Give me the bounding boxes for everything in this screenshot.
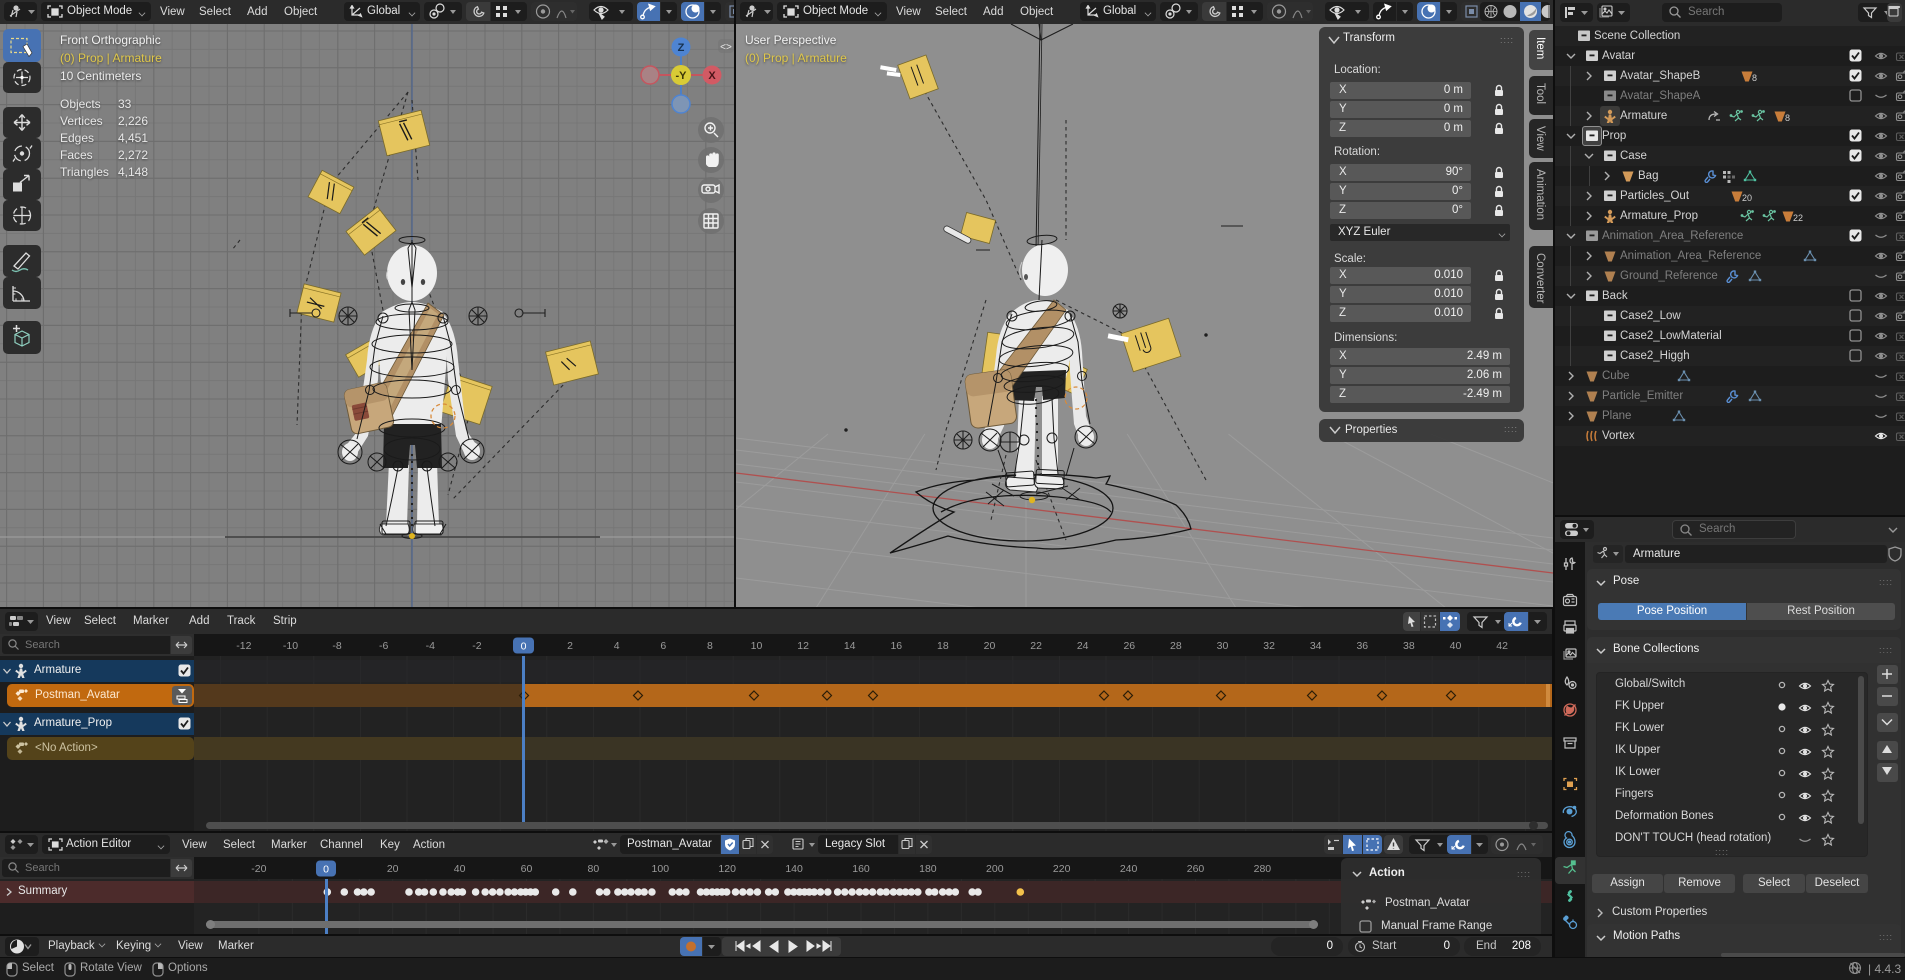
- svg-text:240: 240: [1120, 863, 1138, 875]
- svg-text:34: 34: [1310, 640, 1322, 652]
- svg-text:-12: -12: [236, 640, 251, 652]
- svg-text:28: 28: [1170, 640, 1182, 652]
- svg-text:180: 180: [919, 863, 937, 875]
- svg-text:30: 30: [1217, 640, 1229, 652]
- svg-text:40: 40: [454, 863, 466, 875]
- svg-text:160: 160: [852, 863, 870, 875]
- svg-text:-8: -8: [332, 640, 341, 652]
- svg-text:220: 220: [1053, 863, 1071, 875]
- svg-text:36: 36: [1356, 640, 1368, 652]
- svg-text:-2: -2: [472, 640, 481, 652]
- svg-text:140: 140: [785, 863, 803, 875]
- svg-text:20: 20: [984, 640, 996, 652]
- svg-text:18: 18: [937, 640, 949, 652]
- svg-text:60: 60: [521, 863, 533, 875]
- svg-text:20: 20: [387, 863, 399, 875]
- svg-text:280: 280: [1254, 863, 1272, 875]
- svg-text:12: 12: [797, 640, 809, 652]
- svg-text:4: 4: [614, 640, 620, 652]
- svg-text:0: 0: [323, 864, 329, 876]
- svg-text:260: 260: [1187, 863, 1205, 875]
- svg-text:16: 16: [890, 640, 902, 652]
- svg-text:-20: -20: [251, 863, 266, 875]
- svg-text:6: 6: [660, 640, 666, 652]
- svg-text:80: 80: [588, 863, 600, 875]
- svg-text:0: 0: [521, 641, 527, 653]
- svg-text:26: 26: [1123, 640, 1135, 652]
- svg-text:40: 40: [1450, 640, 1462, 652]
- svg-text:-4: -4: [426, 640, 435, 652]
- svg-text:8: 8: [707, 640, 713, 652]
- svg-text:-10: -10: [283, 640, 298, 652]
- svg-text:-6: -6: [379, 640, 388, 652]
- svg-text:42: 42: [1496, 640, 1508, 652]
- svg-text:200: 200: [986, 863, 1004, 875]
- svg-text:38: 38: [1403, 640, 1415, 652]
- svg-text:<>: <>: [720, 42, 732, 53]
- svg-text:Z: Z: [678, 42, 685, 54]
- svg-text:22: 22: [1030, 640, 1042, 652]
- svg-text:24: 24: [1077, 640, 1089, 652]
- svg-text:-Y: -Y: [676, 70, 688, 82]
- svg-text:10: 10: [751, 640, 763, 652]
- svg-text:14: 14: [844, 640, 856, 652]
- svg-text:X: X: [708, 70, 716, 82]
- svg-text:120: 120: [718, 863, 736, 875]
- svg-text:2: 2: [567, 640, 573, 652]
- svg-text:32: 32: [1263, 640, 1275, 652]
- svg-text:100: 100: [652, 863, 670, 875]
